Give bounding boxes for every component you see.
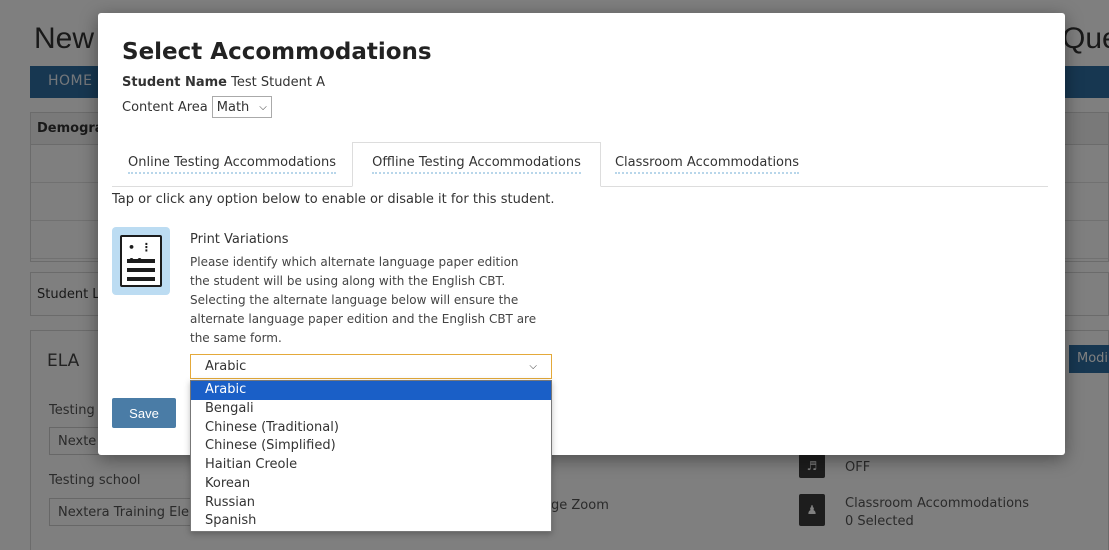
language-option-chinese-simplified[interactable]: Chinese (Simplified): [191, 437, 551, 456]
modal-title: Select Accommodations: [122, 39, 432, 65]
language-option-russian[interactable]: Russian: [191, 494, 551, 513]
language-options-list: Arabic Bengali Chinese (Traditional) Chi…: [190, 380, 552, 532]
language-select[interactable]: Arabic ⌵: [190, 354, 552, 379]
language-option-arabic[interactable]: Arabic: [191, 381, 551, 400]
print-variations-title: Print Variations: [190, 232, 289, 247]
language-option-bengali[interactable]: Bengali: [191, 400, 551, 419]
language-option-spanish[interactable]: Spanish: [191, 512, 551, 531]
print-variations-description: Please identify which alternate language…: [190, 255, 537, 345]
student-name-label: Student Name: [122, 75, 227, 90]
chevron-down-icon: ⌵: [529, 361, 537, 372]
student-name-value: Test Student A: [231, 75, 326, 90]
tab-classroom[interactable]: Classroom Accommodations: [601, 142, 813, 187]
language-option-korean[interactable]: Korean: [191, 475, 551, 494]
student-name-line: Student Name Test Student A: [122, 75, 325, 90]
content-area-line: Content Area Math ⌵: [122, 96, 272, 118]
language-select-value: Arabic: [205, 359, 247, 374]
content-area-label: Content Area: [122, 99, 208, 115]
chevron-down-icon: ⌵: [259, 101, 267, 113]
instructions-text: Tap or click any option below to enable …: [112, 192, 555, 207]
content-area-value: Math: [216, 99, 250, 115]
tab-offline-testing[interactable]: Offline Testing Accommodations: [352, 142, 601, 187]
braille-document-icon[interactable]: • ⋮ ••: [112, 227, 170, 295]
language-option-chinese-traditional[interactable]: Chinese (Traditional): [191, 419, 551, 438]
save-button[interactable]: Save: [112, 398, 176, 428]
language-option-haitian-creole[interactable]: Haitian Creole: [191, 456, 551, 475]
content-area-select[interactable]: Math ⌵: [211, 96, 272, 118]
accommodation-tabs: Online Testing Accommodations Offline Te…: [112, 142, 1048, 187]
tab-online-testing[interactable]: Online Testing Accommodations: [112, 142, 352, 187]
